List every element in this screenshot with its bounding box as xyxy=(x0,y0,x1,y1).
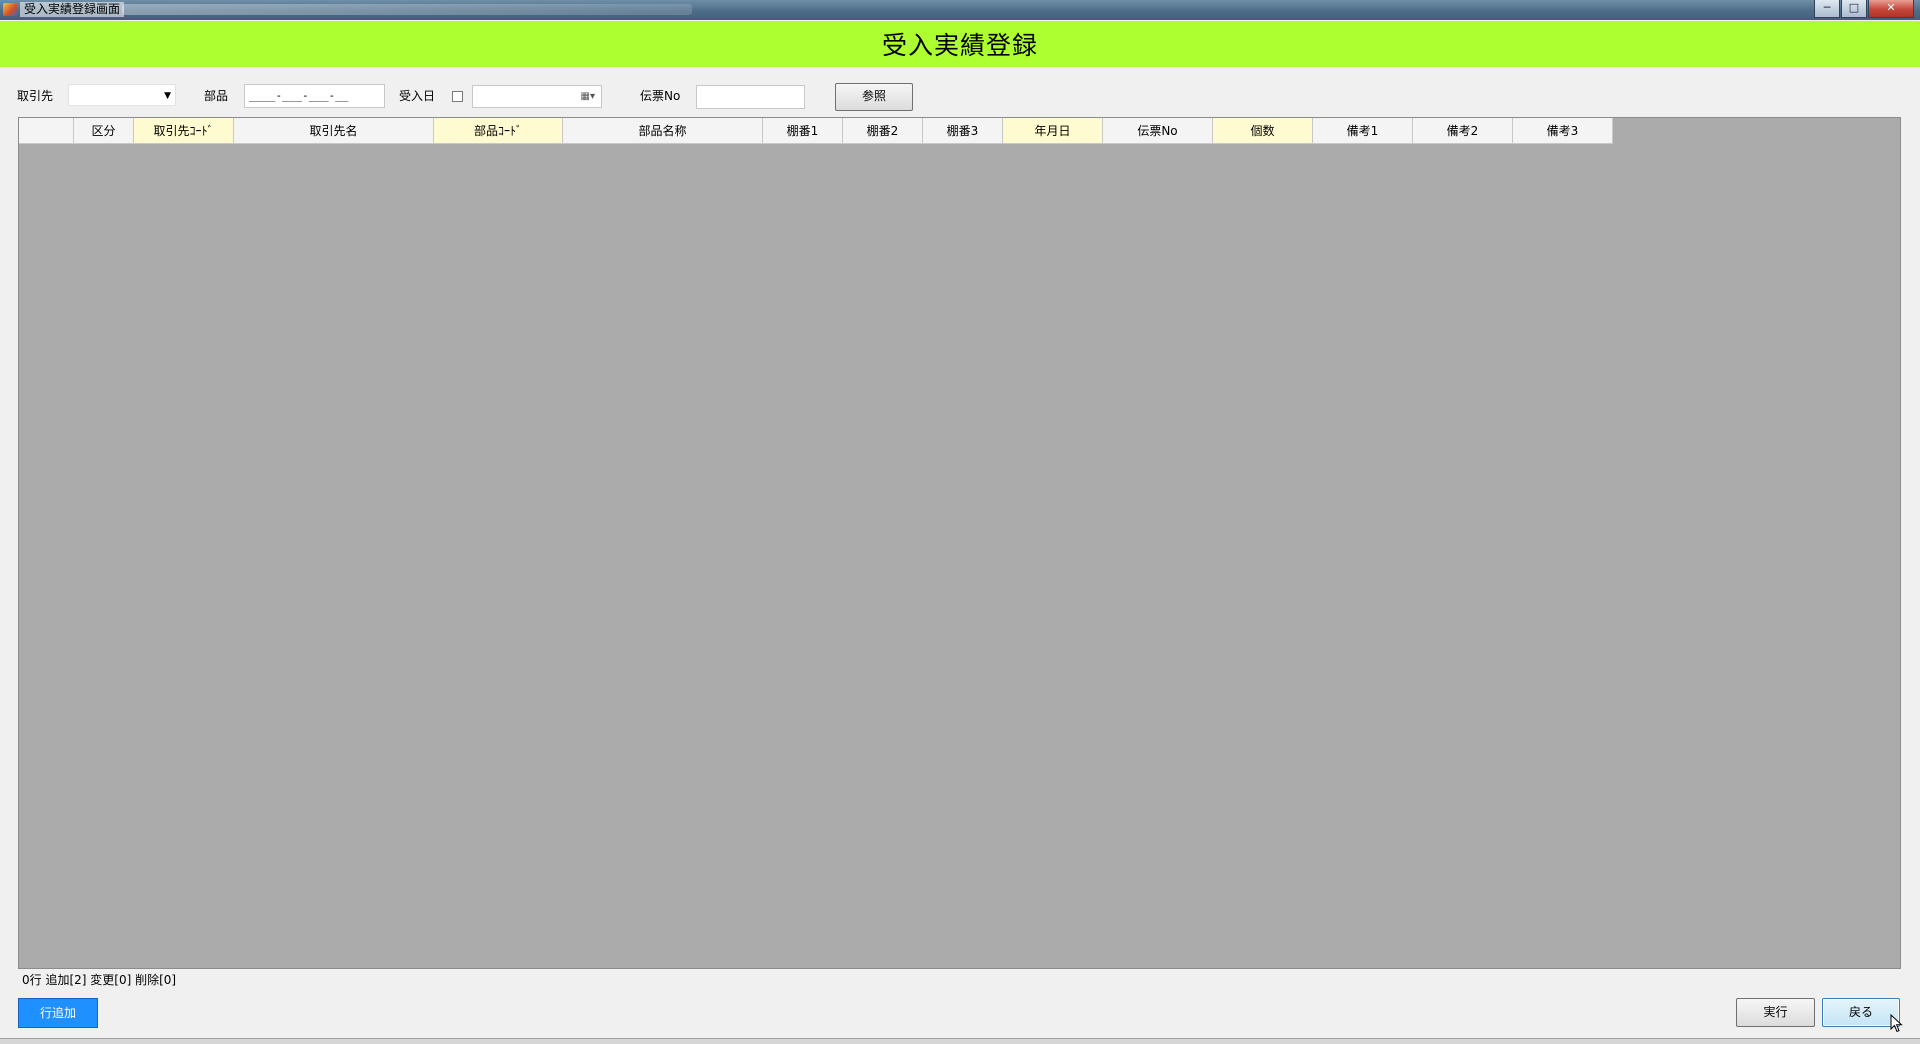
add-row-button[interactable]: 行追加 xyxy=(18,998,98,1028)
col-header-quantity[interactable]: 個数 xyxy=(1213,118,1313,144)
buhin-masked-input[interactable]: ____-___-___-__ xyxy=(244,84,385,108)
col-header-biko2[interactable]: 備考2 xyxy=(1413,118,1513,144)
status-bar: 0行 追加[2] 変更[0] 削除[0] xyxy=(18,972,1901,989)
app-icon xyxy=(3,3,17,16)
ukeirebi-checkbox[interactable] xyxy=(452,91,463,102)
page-title: 受入実績登録 xyxy=(881,31,1038,60)
close-button[interactable]: ✕ xyxy=(1868,0,1914,18)
col-header-kubun[interactable]: 区分 xyxy=(74,118,134,144)
taskbar-strip xyxy=(0,1038,1920,1044)
col-header-tanaban1[interactable]: 棚番1 xyxy=(763,118,843,144)
ukeirebi-label: 受入日 xyxy=(399,89,436,103)
denpyo-label: 伝票No xyxy=(640,89,681,103)
data-grid[interactable]: 区分 取引先ｺｰﾄﾞ 取引先名 部品ｺｰﾄﾞ 部品名称 棚番1 棚番2 棚番3 … xyxy=(18,117,1901,969)
torihikisaki-combobox[interactable]: ▼ xyxy=(68,84,176,106)
torihikisaki-label: 取引先 xyxy=(17,89,54,103)
window-title: 受入実績登録画面 xyxy=(20,2,125,17)
chevron-down-icon[interactable]: ▼ xyxy=(164,91,171,101)
ukeirebi-datepicker[interactable]: ▦▾ xyxy=(472,85,602,108)
col-header-biko1[interactable]: 備考1 xyxy=(1313,118,1413,144)
page-header: 受入実績登録 xyxy=(0,21,1920,67)
titlebar-blurred-area xyxy=(122,4,692,15)
col-header-denpyo-no[interactable]: 伝票No xyxy=(1103,118,1213,144)
calendar-dropdown-icon[interactable]: ▦▾ xyxy=(581,91,595,102)
maximize-button[interactable]: □ xyxy=(1841,0,1867,18)
grid-header: 区分 取引先ｺｰﾄﾞ 取引先名 部品ｺｰﾄﾞ 部品名称 棚番1 棚番2 棚番3 … xyxy=(19,118,1613,144)
minimize-button[interactable]: ─ xyxy=(1814,0,1840,18)
col-header-date[interactable]: 年月日 xyxy=(1003,118,1103,144)
window-titlebar: 受入実績登録画面 ─ □ ✕ xyxy=(0,0,1920,20)
col-header-buhin-code[interactable]: 部品ｺｰﾄﾞ xyxy=(434,118,563,144)
buhin-label: 部品 xyxy=(204,89,229,103)
denpyo-input[interactable] xyxy=(696,85,805,109)
col-header-tanaban3[interactable]: 棚番3 xyxy=(923,118,1003,144)
col-header-torihikisaki-name[interactable]: 取引先名 xyxy=(234,118,434,144)
mouse-cursor-icon xyxy=(1890,1014,1903,1033)
reference-button[interactable]: 参照 xyxy=(835,83,913,111)
col-header-buhin-name[interactable]: 部品名称 xyxy=(563,118,763,144)
col-header-torihikisaki-code[interactable]: 取引先ｺｰﾄﾞ xyxy=(134,118,234,144)
back-button[interactable]: 戻る xyxy=(1822,998,1900,1027)
col-header-biko3[interactable]: 備考3 xyxy=(1513,118,1613,144)
col-header-tanaban2[interactable]: 棚番2 xyxy=(843,118,923,144)
execute-button[interactable]: 実行 xyxy=(1736,998,1815,1027)
window-controls: ─ □ ✕ xyxy=(1813,0,1914,18)
col-header-rowselector[interactable] xyxy=(19,118,74,144)
